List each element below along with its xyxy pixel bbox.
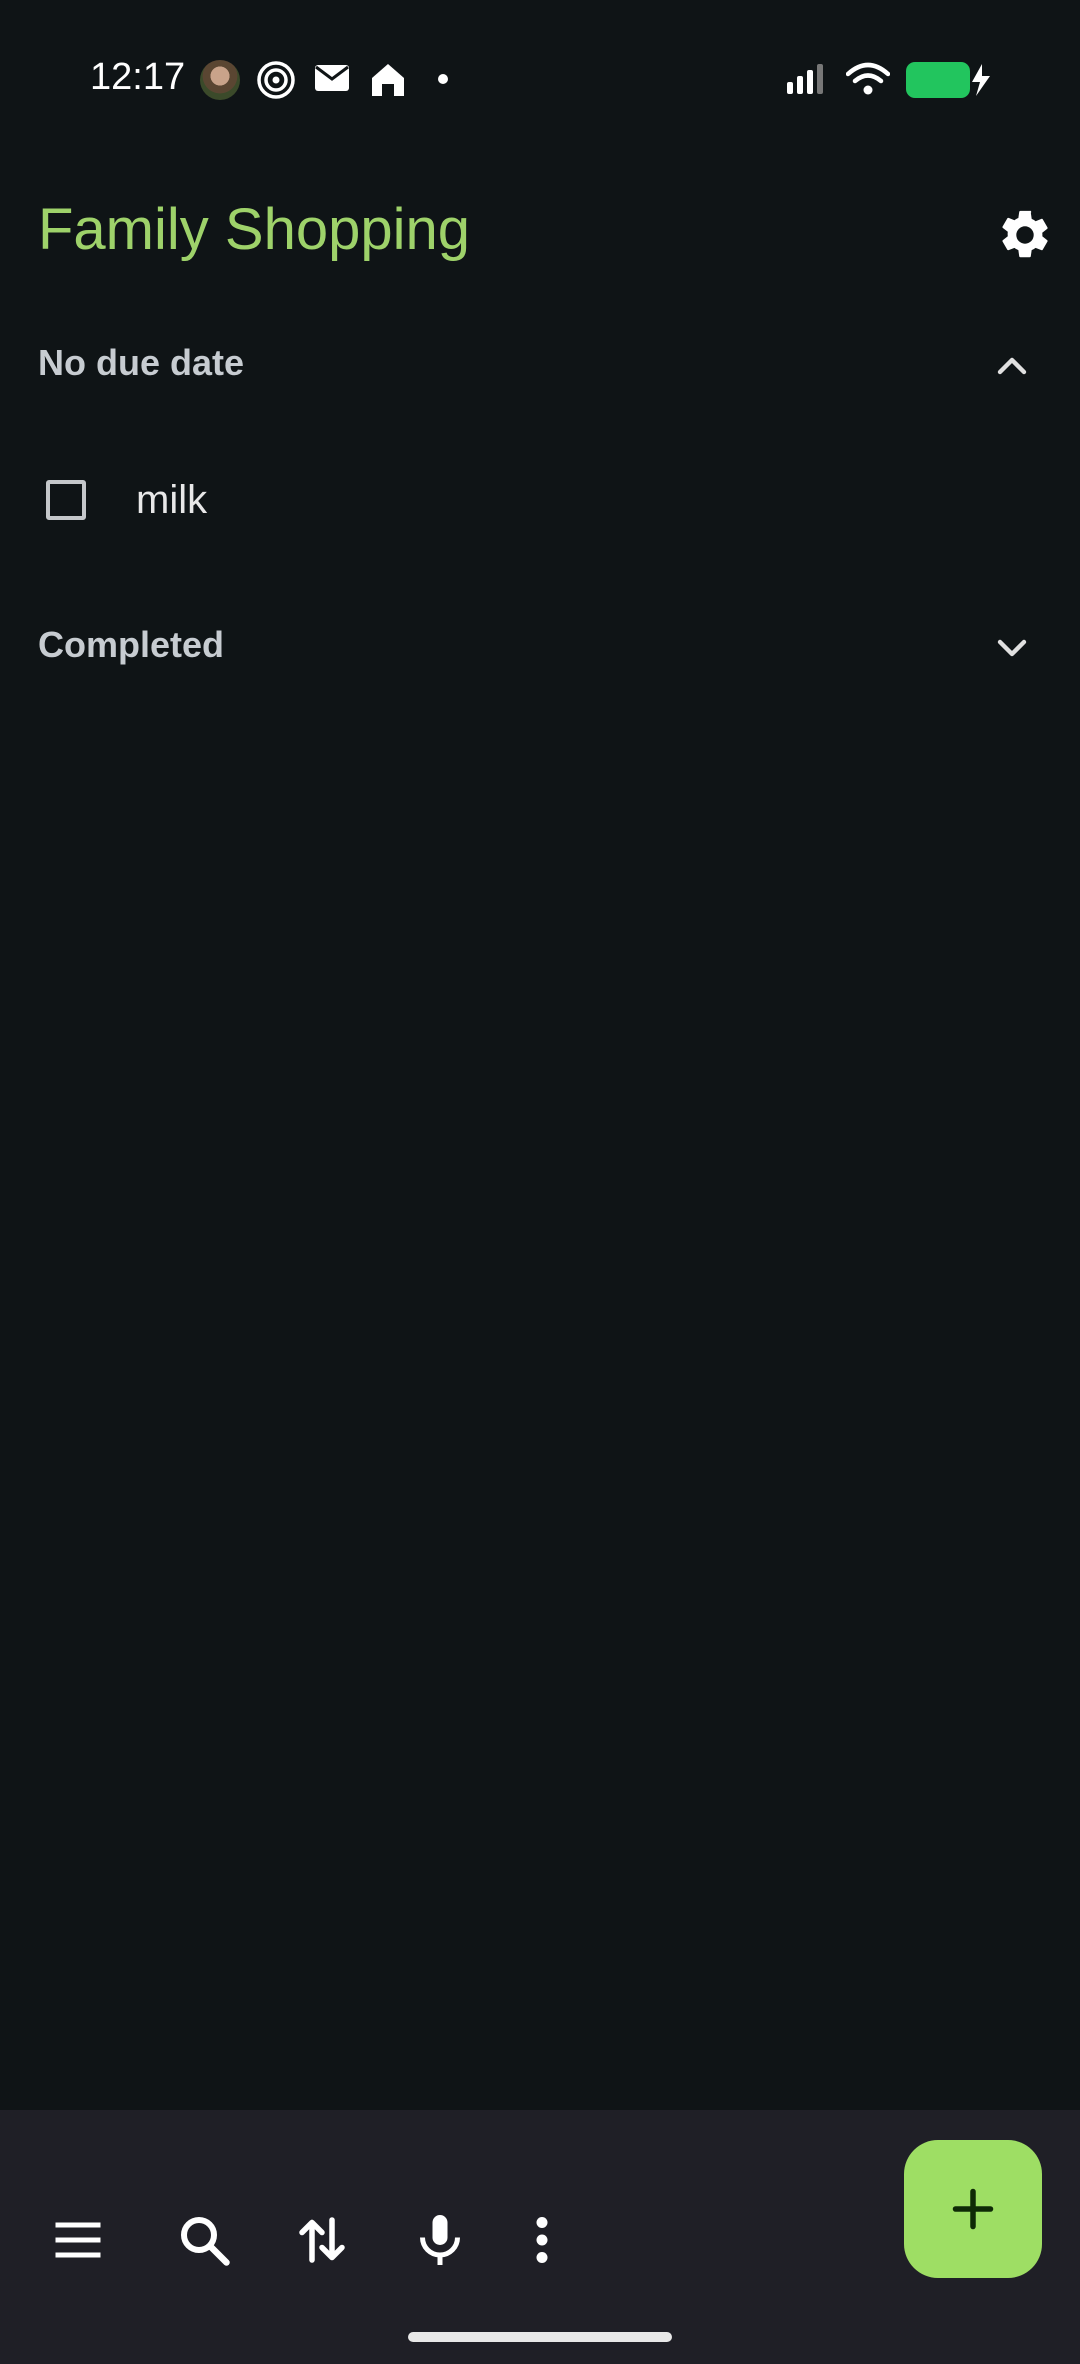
- mail-icon: [315, 65, 349, 91]
- status-time: 12:17: [90, 56, 186, 98]
- plus-icon: [952, 2188, 994, 2230]
- more-vert-icon[interactable]: [512, 2210, 572, 2270]
- list-item[interactable]: milk: [0, 460, 1080, 544]
- add-task-button[interactable]: [904, 2140, 1042, 2278]
- menu-icon[interactable]: [48, 2210, 108, 2270]
- section-label: Completed: [38, 624, 225, 665]
- home-indicator[interactable]: [408, 2332, 672, 2342]
- task-label: milk: [136, 478, 208, 522]
- wifi-icon: [846, 62, 890, 95]
- home-app-icon: [372, 64, 404, 96]
- section-header-completed[interactable]: Completed: [0, 604, 1080, 684]
- signal-icon: [787, 64, 823, 94]
- dot-icon: [438, 74, 448, 84]
- battery-charging-icon: [906, 62, 990, 98]
- chevron-up-icon[interactable]: [988, 342, 1036, 390]
- section-label: No due date: [38, 342, 245, 383]
- bottom-app-bar: [0, 2110, 1080, 2364]
- chevron-down-icon[interactable]: [988, 624, 1036, 672]
- at-sign-icon: [257, 61, 295, 99]
- avatar-icon: [200, 60, 240, 100]
- section-header-no-due-date[interactable]: No due date: [0, 322, 1080, 402]
- gear-icon[interactable]: [996, 206, 1054, 264]
- sort-icon[interactable]: [292, 2210, 352, 2270]
- search-icon[interactable]: [174, 2210, 234, 2270]
- task-checkbox[interactable]: [46, 480, 86, 520]
- mic-icon[interactable]: [410, 2210, 470, 2270]
- page-title: Family Shopping: [38, 197, 470, 262]
